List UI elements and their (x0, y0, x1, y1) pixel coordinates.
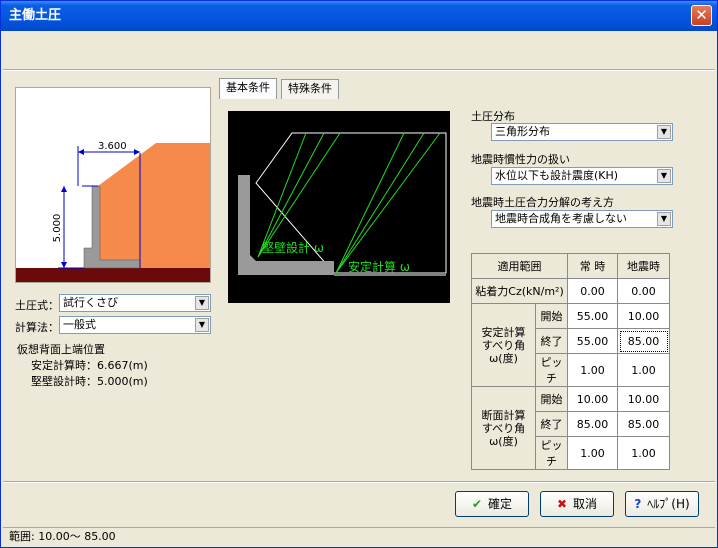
earth-dist-select[interactable]: 三角形分布 ▼ (491, 123, 673, 141)
dim-height-label: 5.000 (52, 214, 63, 243)
toolbar-separator (3, 69, 715, 71)
cancel-button-label: 取消 (573, 497, 598, 511)
slip-angle-drawing: 堅壁設計 ω 安定計算 ω (238, 132, 447, 276)
help-icon: ? (634, 497, 642, 511)
section-end-label: 終了 (535, 411, 568, 437)
section-start-seismic-cell[interactable]: 10.00 (617, 386, 670, 412)
stability-position: 安定計算時：6.667(m) (31, 359, 148, 372)
wall-design-label: 堅壁設計 ω (262, 240, 324, 255)
stability-end-seismic-cell[interactable]: 85.00 (617, 328, 670, 354)
section-pitch-label: ピッチ (535, 436, 568, 470)
backfill-soil (98, 143, 210, 268)
section-end-normal-cell[interactable]: 85.00 (567, 411, 618, 437)
section-end-seismic-cell[interactable]: 85.00 (617, 411, 670, 437)
cohesion-normal-cell[interactable]: 0.00 (567, 278, 618, 304)
section-group-label: 断面計算 すべり角 ω(度) (471, 386, 536, 470)
stability-start-seismic-cell[interactable]: 10.00 (617, 303, 670, 329)
ground-strip (16, 268, 210, 282)
virtual-back-title: 仮想背面上端位置 (17, 343, 105, 356)
seismic-resultant-select[interactable]: 地震時合成角を考慮しない ▼ (491, 210, 673, 228)
wall-section-drawing: 3.600 5.000 (16, 141, 210, 282)
calc-method-select[interactable]: 一般式 ▼ (59, 316, 211, 334)
stability-end-label: 終了 (535, 328, 568, 354)
canvas-wall (238, 175, 334, 275)
wall-position: 堅壁設計時：5.000(m) (31, 375, 148, 388)
slip-angle-table: 適用範囲 常 時 地震時 粘着力Cz(kN/m²) 0.00 0.00 安定計算… (471, 253, 670, 470)
table-header-range: 適用範囲 (471, 253, 568, 279)
wall-section-figure: 3.600 5.000 (15, 87, 211, 283)
table-header-normal: 常 時 (567, 253, 618, 279)
earth-formula-value: 試行くさび (63, 296, 118, 309)
stability-end-normal-cell[interactable]: 55.00 (567, 328, 618, 354)
seismic-resultant-value: 地震時合成角を考慮しない (495, 212, 627, 225)
check-icon: ✔ (471, 497, 483, 511)
seismic-inertia-value: 水位以下も設計震度(KH) (495, 169, 619, 182)
tab-special-conditions[interactable]: 特殊条件 (281, 79, 339, 99)
calc-method-label: 計算法： (15, 321, 59, 334)
section-start-label: 開始 (535, 386, 568, 412)
ok-button[interactable]: ✔ 確定 (455, 491, 529, 517)
stability-calc-label: 安定計算 ω (348, 259, 410, 274)
earth-dist-value: 三角形分布 (495, 125, 550, 138)
cohesion-seismic-cell[interactable]: 0.00 (617, 278, 670, 304)
cohesion-label: 粘着力Cz(kN/m²) (471, 278, 568, 304)
stability-pitch-normal-cell[interactable]: 1.00 (567, 353, 618, 387)
status-bar: 範囲: 10.00～ 85.00 (3, 527, 715, 546)
table-header-seismic: 地震時 (617, 253, 670, 279)
earth-formula-select[interactable]: 試行くさび ▼ (59, 294, 211, 312)
help-button[interactable]: ? ﾍﾙﾌﾟ(H) (625, 491, 699, 517)
section-pitch-normal-cell[interactable]: 1.00 (567, 436, 618, 470)
chevron-down-icon[interactable]: ▼ (657, 212, 671, 226)
dialog-window: 主働土圧 ✕ 3.600 5.000 土圧式： 試行くさび ▼ 計算法： 一般式 (0, 0, 718, 548)
chevron-down-icon[interactable]: ▼ (195, 318, 209, 332)
slip-angle-canvas: 堅壁設計 ω 安定計算 ω (228, 111, 450, 303)
help-button-label: ﾍﾙﾌﾟ(H) (647, 497, 690, 511)
chevron-down-icon[interactable]: ▼ (657, 169, 671, 183)
earth-dist-label: 土圧分布 (471, 110, 515, 123)
seismic-inertia-label: 地震時慣性力の扱い (471, 153, 570, 166)
close-button[interactable]: ✕ (691, 5, 712, 26)
ok-button-label: 確定 (488, 497, 513, 511)
seismic-inertia-select[interactable]: 水位以下も設計震度(KH) ▼ (491, 167, 673, 185)
tab-basic-conditions[interactable]: 基本条件 (219, 78, 277, 99)
section-pitch-seismic-cell[interactable]: 1.00 (617, 436, 670, 470)
stability-pitch-seismic-cell[interactable]: 1.00 (617, 353, 670, 387)
chevron-down-icon[interactable]: ▼ (657, 125, 671, 139)
button-separator (3, 481, 715, 483)
window-title: 主働土圧 (9, 8, 62, 23)
earth-formula-label: 土圧式： (15, 299, 59, 312)
stability-start-normal-cell[interactable]: 55.00 (567, 303, 618, 329)
dim-width-label: 3.600 (98, 141, 127, 152)
section-start-normal-cell[interactable]: 10.00 (567, 386, 618, 412)
stability-start-label: 開始 (535, 303, 568, 329)
cross-icon: ✖ (556, 497, 568, 511)
calc-method-value: 一般式 (63, 318, 96, 331)
stability-group-label: 安定計算 すべり角 ω(度) (471, 303, 536, 387)
title-bar: 主働土圧 (1, 1, 717, 31)
cancel-button[interactable]: ✖ 取消 (540, 491, 614, 517)
chevron-down-icon[interactable]: ▼ (195, 296, 209, 310)
seismic-resultant-label: 地震時土圧合力分解の考え方 (471, 196, 614, 209)
stability-pitch-label: ピッチ (535, 353, 568, 387)
